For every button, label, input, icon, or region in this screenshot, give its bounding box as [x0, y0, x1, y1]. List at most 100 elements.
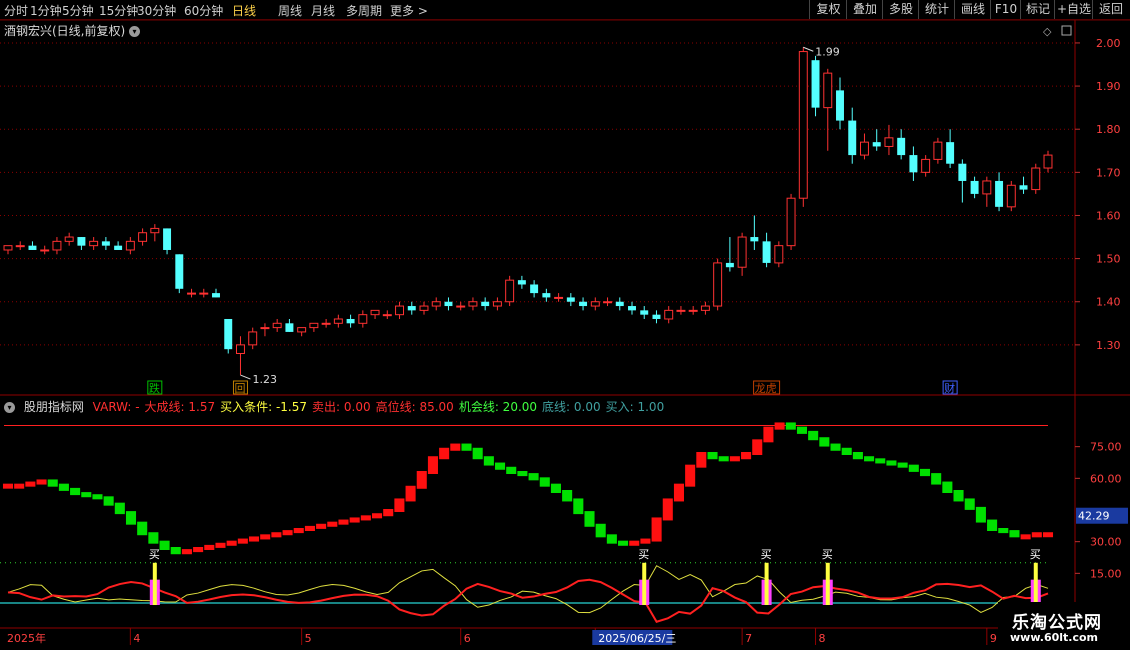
candle-body: [664, 309, 674, 320]
candle-body: [982, 180, 992, 195]
buy-signal-core: [764, 562, 769, 605]
indicator-step-bar: [606, 534, 617, 544]
indicator-step-bar: [349, 517, 360, 523]
indicator-step-bar: [70, 487, 81, 496]
indicator-step-bar: [316, 523, 327, 529]
candle-body: [248, 331, 258, 346]
indicator-step-bar: [2, 483, 14, 489]
indicator-step-bar: [830, 443, 841, 451]
candle-body: [762, 241, 771, 263]
indicator-step-bar: [808, 430, 819, 441]
date-label: 7: [745, 632, 752, 645]
candle-body: [492, 301, 502, 307]
candle-body: [272, 322, 282, 329]
candle-body: [897, 137, 906, 156]
candle-body: [260, 327, 270, 330]
buy-label: 买: [1030, 548, 1041, 561]
price-tick-label: 1.70: [1096, 166, 1121, 179]
indicator-step-bar: [372, 513, 383, 519]
candle-body: [603, 301, 613, 304]
indicator-step-bar: [875, 458, 886, 464]
indicator-step-bar: [640, 538, 651, 544]
low-arrow: [240, 374, 251, 380]
ind-tick-label: 75.00: [1090, 441, 1122, 454]
indicator-step-bar: [819, 437, 830, 447]
candle-body: [444, 301, 453, 307]
indicator-step-bar: [495, 462, 506, 470]
buy-signal-core: [825, 562, 830, 605]
indicator-step-bar: [81, 492, 92, 498]
ind-tick-label: 30.00: [1090, 536, 1122, 549]
candle-body: [382, 314, 392, 317]
price-tick-label: 1.30: [1096, 339, 1121, 352]
candle-body: [163, 228, 172, 250]
candle-body: [175, 254, 184, 289]
indicator-step-bar: [271, 532, 282, 538]
candle-body: [848, 120, 857, 156]
buy-signal-core: [642, 562, 647, 605]
candle-body: [933, 141, 943, 160]
buy-label: 买: [822, 548, 833, 561]
candle-body: [1006, 184, 1016, 208]
indicator-step-bar: [975, 506, 986, 523]
candle-body: [725, 262, 734, 268]
candle-body: [530, 284, 539, 294]
date-label: 8: [819, 632, 826, 645]
candle-body: [1031, 167, 1041, 191]
candle-body: [125, 240, 135, 251]
candle-body: [652, 314, 661, 319]
indicator-step-bar: [248, 536, 260, 542]
indicator-step-bar: [159, 540, 170, 550]
indicator-step-bar: [886, 460, 897, 466]
candle-body: [64, 236, 74, 242]
candle-body: [713, 262, 723, 307]
indicator-step-bar: [673, 483, 684, 502]
candle-body: [224, 318, 233, 350]
price-tick-label: 1.60: [1096, 209, 1121, 222]
candle-body: [774, 245, 784, 264]
indicator-step-bar: [1020, 534, 1031, 540]
candle-body: [15, 245, 25, 248]
candle-body: [114, 245, 123, 250]
indicator-step-bar: [774, 422, 785, 430]
indicator-step-bar: [204, 544, 215, 550]
main-chart[interactable]: 1.99 1.23 跌 回 龙虎 财 买 买 买 买 买 2.00 1.90 1.80 1.70 1.60…: [0, 0, 1130, 650]
candle-body: [921, 158, 931, 173]
candle-body: [1019, 185, 1028, 190]
candle-body: [101, 241, 110, 246]
indicator-step-bar: [964, 498, 975, 510]
event-label: 财: [944, 381, 955, 395]
indicator-step-bar: [461, 443, 472, 451]
indicator-step-bar: [450, 443, 461, 451]
candle-body: [431, 301, 441, 307]
indicator-step-bar: [327, 521, 338, 527]
indicator-step-bar: [14, 483, 25, 489]
event-label: 龙虎: [755, 382, 777, 395]
candle-body: [505, 279, 515, 303]
indicator-step-bar: [427, 456, 438, 474]
red-oscillator: [7, 578, 1049, 623]
indicator-step-bar: [942, 481, 953, 493]
candle-body: [346, 318, 355, 324]
indicator-step-bar: [908, 464, 919, 472]
candle-body: [407, 306, 416, 311]
indicator-step-bar: [919, 468, 931, 477]
candle-body: [481, 301, 490, 307]
indicator-step-bar: [215, 542, 226, 548]
candle-body: [688, 309, 698, 312]
candle-body: [737, 236, 747, 268]
buy-signal-core: [152, 562, 157, 605]
indicator-step-bar: [483, 456, 494, 466]
indicator-step-bar: [360, 515, 371, 521]
indicator-step-bar: [931, 473, 942, 485]
candle-body: [786, 197, 796, 247]
candle-body: [542, 293, 551, 298]
indicator-step-bar: [629, 540, 640, 546]
candle-body: [138, 232, 148, 242]
candle-body: [872, 142, 881, 147]
date-label: 4: [133, 632, 140, 645]
indicator-step-bar: [226, 540, 237, 546]
indicator-step-bar: [148, 532, 159, 544]
candle-body: [640, 310, 649, 315]
indicator-step-bar: [416, 471, 427, 489]
